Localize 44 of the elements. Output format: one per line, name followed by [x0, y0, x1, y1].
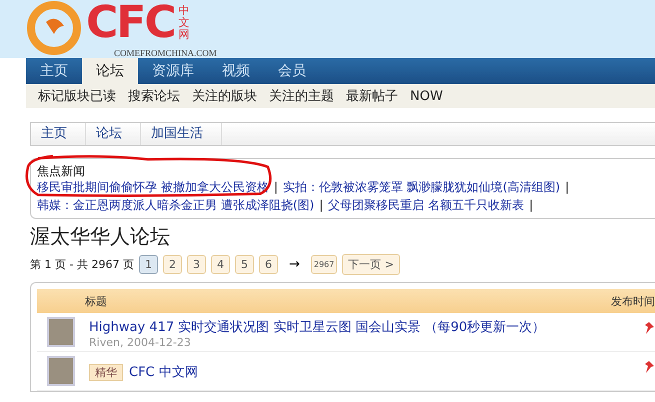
column-header: 标题 — [84, 294, 107, 308]
arrow-text: → — [288, 257, 300, 272]
sub-nav-link[interactable]: 关注的版块 — [192, 87, 257, 105]
column-header: 发布时间 — [611, 294, 655, 308]
page-button[interactable]: 3 — [186, 255, 206, 274]
nav-tab[interactable]: 主页 — [26, 58, 82, 84]
thread-title-link[interactable]: CFC 中文网 — [129, 365, 198, 380]
last-page-button[interactable]: 2967 — [310, 255, 338, 274]
sub-nav-link[interactable]: 最新帖子 — [346, 87, 398, 105]
sub-nav-link[interactable]: 关注的主题 — [269, 87, 334, 105]
forum-title: 渥太华华人论坛 — [30, 223, 171, 249]
featured-tag: 精华 — [89, 364, 123, 381]
news-link[interactable]: 实拍：伦敦被浓雾笼罩 飘渺朦胧犹如仙境(高清组图) — [282, 178, 560, 196]
page-button[interactable]: 4 — [210, 255, 230, 274]
avatar-placeholder — [47, 317, 75, 347]
news-link[interactable]: 父母团聚移民重启 名额五千只收新表 — [328, 196, 524, 214]
logo-domain: COMEFROMCHINA.COM — [114, 48, 217, 58]
thread-title-link[interactable]: Highway 417 实时交通状况图 实时卫星云图 国会山实景 （每90秒更新一次） — [89, 320, 546, 334]
next-page-button[interactable]: 下一页 > — [342, 254, 400, 275]
avatar-placeholder — [47, 356, 75, 386]
page-button[interactable]: 6 — [258, 255, 278, 274]
nav-tab[interactable]: 资源库 — [138, 58, 208, 84]
news-link[interactable]: 韩媒：金正恩两度派人暗杀金正男 遭张成泽阻挠(图) — [37, 196, 314, 214]
separator-text: | — [529, 197, 534, 214]
logo-text: CFC — [86, 1, 175, 45]
nav-tab[interactable]: 会员 — [264, 58, 320, 84]
separator-text: | — [319, 197, 324, 214]
nav-tab[interactable]: 视频 — [208, 58, 264, 84]
breadcrumb-link[interactable]: 论坛 — [86, 123, 141, 145]
page-button[interactable]: 1 — [138, 255, 158, 274]
separator-text: | — [565, 179, 570, 196]
sub-nav-link[interactable]: NOW — [410, 88, 443, 104]
breadcrumb-link[interactable]: 加国生活 — [141, 123, 222, 145]
nav-tab[interactable]: 论坛 — [82, 58, 138, 84]
thread-meta: Riven, 2004-12-23 — [89, 336, 192, 348]
news-title: 焦点新闻 — [37, 164, 86, 178]
page-summary: 第 1 页 - 共 2967 页 — [30, 257, 134, 272]
page-button[interactable]: 2 — [162, 255, 182, 274]
page-button[interactable]: 5 — [234, 255, 254, 274]
logo-chinese-text: 中文网 — [178, 5, 191, 41]
separator-text: | — [274, 179, 278, 196]
breadcrumb-link[interactable]: 主页 — [31, 123, 86, 145]
sub-nav-link[interactable]: 搜索论坛 — [128, 87, 180, 105]
sub-nav-link[interactable]: 标记版块已读 — [38, 87, 116, 105]
